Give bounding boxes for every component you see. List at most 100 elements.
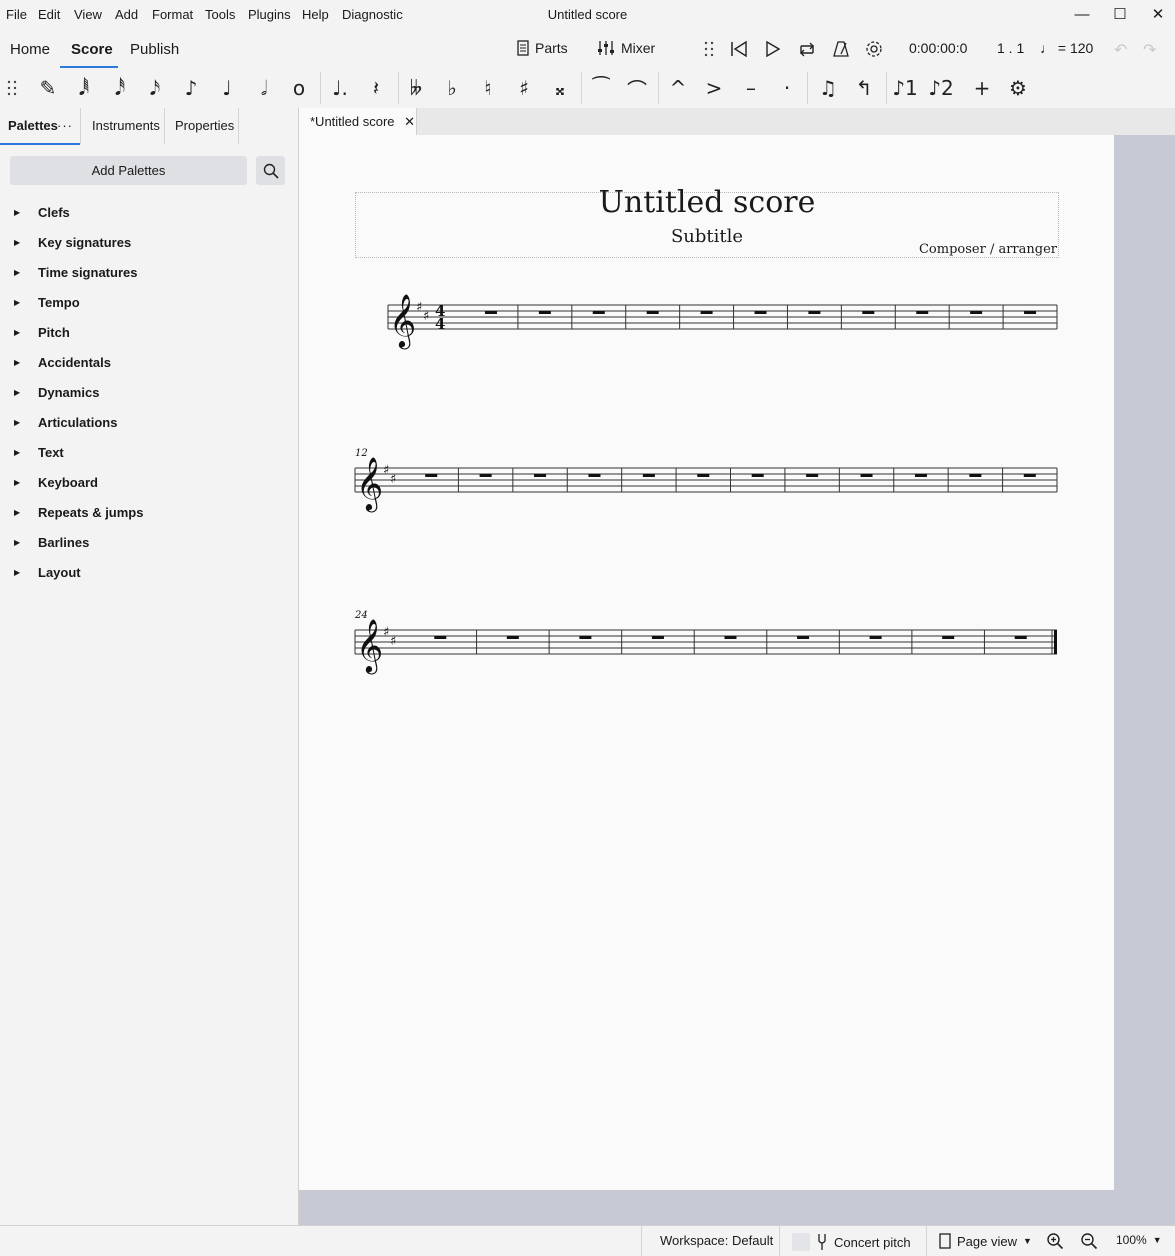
staff-systems[interactable]: 𝄞 ♯♯ 44𝄞 ♯♯12𝄞 ♯♯24: [299, 135, 1114, 735]
expand-arrow-icon[interactable]: ▶: [14, 268, 38, 277]
expand-arrow-icon[interactable]: ▶: [14, 238, 38, 247]
measure-number[interactable]: 24: [354, 610, 368, 621]
palette-articulations[interactable]: ▶ Articulations: [14, 415, 117, 430]
score-page[interactable]: Untitled score Subtitle Composer / arran…: [299, 135, 1114, 1190]
whole-rest[interactable]: [646, 311, 659, 314]
whole-rest[interactable]: [506, 636, 519, 639]
loop-icon[interactable]: [797, 40, 817, 58]
expand-arrow-icon[interactable]: ▶: [14, 508, 38, 517]
duration-quarter-icon[interactable]: ♩: [213, 74, 241, 102]
whole-rest[interactable]: [808, 311, 821, 314]
whole-rest[interactable]: [479, 474, 492, 477]
duration-eighth-icon[interactable]: ♪: [177, 74, 205, 102]
tab-publish[interactable]: Publish: [130, 41, 179, 58]
play-icon[interactable]: [764, 40, 782, 58]
whole-rest[interactable]: [588, 474, 601, 477]
palette-dynamics[interactable]: ▶ Dynamics: [14, 385, 99, 400]
natural-icon[interactable]: ♮: [474, 74, 502, 102]
whole-rest[interactable]: [942, 636, 955, 639]
expand-arrow-icon[interactable]: ▶: [14, 568, 38, 577]
concert-pitch-checkbox[interactable]: [792, 1233, 810, 1251]
panel-tab-instruments[interactable]: Instruments: [92, 118, 160, 133]
treble-clef[interactable]: 𝄞: [389, 293, 416, 349]
time-signature-bottom[interactable]: 4: [435, 315, 445, 333]
palette-pitch[interactable]: ▶ Pitch: [14, 325, 70, 340]
palette-key-signatures[interactable]: ▶ Key signatures: [14, 235, 131, 250]
close-tab-icon[interactable]: ✕: [404, 114, 415, 129]
augmentation-dot-icon[interactable]: ♩.: [326, 74, 354, 102]
close-window-button[interactable]: ✕: [1146, 4, 1170, 26]
view-mode-dropdown[interactable]: Page view ▼: [939, 1233, 1032, 1249]
treble-clef[interactable]: 𝄞: [356, 456, 383, 512]
palette-keyboard[interactable]: ▶ Keyboard: [14, 475, 98, 490]
palette-clefs[interactable]: ▶ Clefs: [14, 205, 70, 220]
note-input-icon[interactable]: ✎: [34, 74, 62, 102]
key-signature-sharp[interactable]: ♯: [383, 463, 389, 478]
voice-2-icon[interactable]: ♪2: [927, 74, 955, 102]
panel-tab-palettes[interactable]: Palettes: [8, 118, 58, 133]
whole-rest[interactable]: [425, 474, 438, 477]
minimize-button[interactable]: —: [1070, 4, 1094, 26]
treble-clef[interactable]: 𝄞: [356, 618, 383, 674]
duration-whole-icon[interactable]: o: [285, 74, 313, 102]
add-icon[interactable]: +: [968, 74, 996, 102]
duration-32nd-icon[interactable]: 𝅘𝅥𝅰: [106, 74, 134, 102]
tab-score[interactable]: Score: [71, 41, 113, 58]
zoom-out-icon[interactable]: [1080, 1232, 1098, 1250]
panel-tab-properties[interactable]: Properties: [175, 118, 234, 133]
accent-icon[interactable]: >: [700, 74, 728, 102]
score-canvas[interactable]: Untitled score Subtitle Composer / arran…: [299, 135, 1175, 1225]
maximize-button[interactable]: ☐: [1108, 4, 1132, 26]
expand-arrow-icon[interactable]: ▶: [14, 358, 38, 367]
whole-rest[interactable]: [642, 474, 655, 477]
palette-repeats-jumps[interactable]: ▶ Repeats & jumps: [14, 505, 143, 520]
whole-rest[interactable]: [806, 474, 819, 477]
expand-arrow-icon[interactable]: ▶: [14, 418, 38, 427]
slur-icon[interactable]: ⌒: [623, 74, 651, 102]
duration-half-icon[interactable]: 𝅗𝅥: [250, 74, 278, 102]
palette-layout[interactable]: ▶ Layout: [14, 565, 81, 580]
score-tab[interactable]: *Untitled score ✕: [299, 108, 417, 135]
parts-button[interactable]: Parts: [517, 40, 568, 56]
palette-barlines[interactable]: ▶ Barlines: [14, 535, 89, 550]
whole-rest[interactable]: [579, 636, 592, 639]
whole-rest[interactable]: [651, 636, 664, 639]
whole-rest[interactable]: [914, 474, 927, 477]
whole-rest[interactable]: [534, 474, 547, 477]
expand-arrow-icon[interactable]: ▶: [14, 448, 38, 457]
key-signature-sharp[interactable]: ♯: [416, 300, 422, 315]
whole-rest[interactable]: [751, 474, 764, 477]
palette-search-button[interactable]: [256, 156, 285, 185]
palette-tempo[interactable]: ▶ Tempo: [14, 295, 80, 310]
whole-rest[interactable]: [1024, 311, 1037, 314]
settings-gear-icon[interactable]: ⚙: [1004, 74, 1032, 102]
whole-rest[interactable]: [862, 311, 875, 314]
flip-direction-icon[interactable]: ↰: [850, 74, 878, 102]
whole-rest[interactable]: [916, 311, 929, 314]
tenuto-icon[interactable]: –: [737, 74, 765, 102]
whole-rest[interactable]: [724, 636, 737, 639]
undo-icon[interactable]: ↶: [1114, 40, 1127, 60]
expand-arrow-icon[interactable]: ▶: [14, 388, 38, 397]
palette-time-signatures[interactable]: ▶ Time signatures: [14, 265, 137, 280]
toolbar-drag-handle-icon[interactable]: [7, 80, 17, 96]
expand-arrow-icon[interactable]: ▶: [14, 328, 38, 337]
measure-number[interactable]: 12: [355, 448, 368, 459]
expand-arrow-icon[interactable]: ▶: [14, 208, 38, 217]
duration-16th-icon[interactable]: 𝅘𝅥𝅯: [141, 74, 169, 102]
expand-arrow-icon[interactable]: ▶: [14, 538, 38, 547]
workspace-selector[interactable]: Workspace: Default: [660, 1233, 773, 1248]
whole-rest[interactable]: [969, 474, 982, 477]
flat-icon[interactable]: ♭: [438, 74, 466, 102]
whole-rest[interactable]: [860, 474, 873, 477]
whole-rest[interactable]: [484, 311, 497, 314]
whole-rest[interactable]: [797, 636, 810, 639]
redo-icon[interactable]: ↷: [1143, 40, 1156, 60]
metronome-icon[interactable]: [832, 40, 850, 58]
staccato-icon[interactable]: ·: [773, 74, 801, 102]
key-signature-sharp[interactable]: ♯: [383, 625, 389, 640]
whole-rest[interactable]: [1023, 474, 1036, 477]
add-palettes-button[interactable]: Add Palettes: [10, 156, 247, 185]
palette-accidentals[interactable]: ▶ Accidentals: [14, 355, 111, 370]
whole-rest[interactable]: [754, 311, 767, 314]
